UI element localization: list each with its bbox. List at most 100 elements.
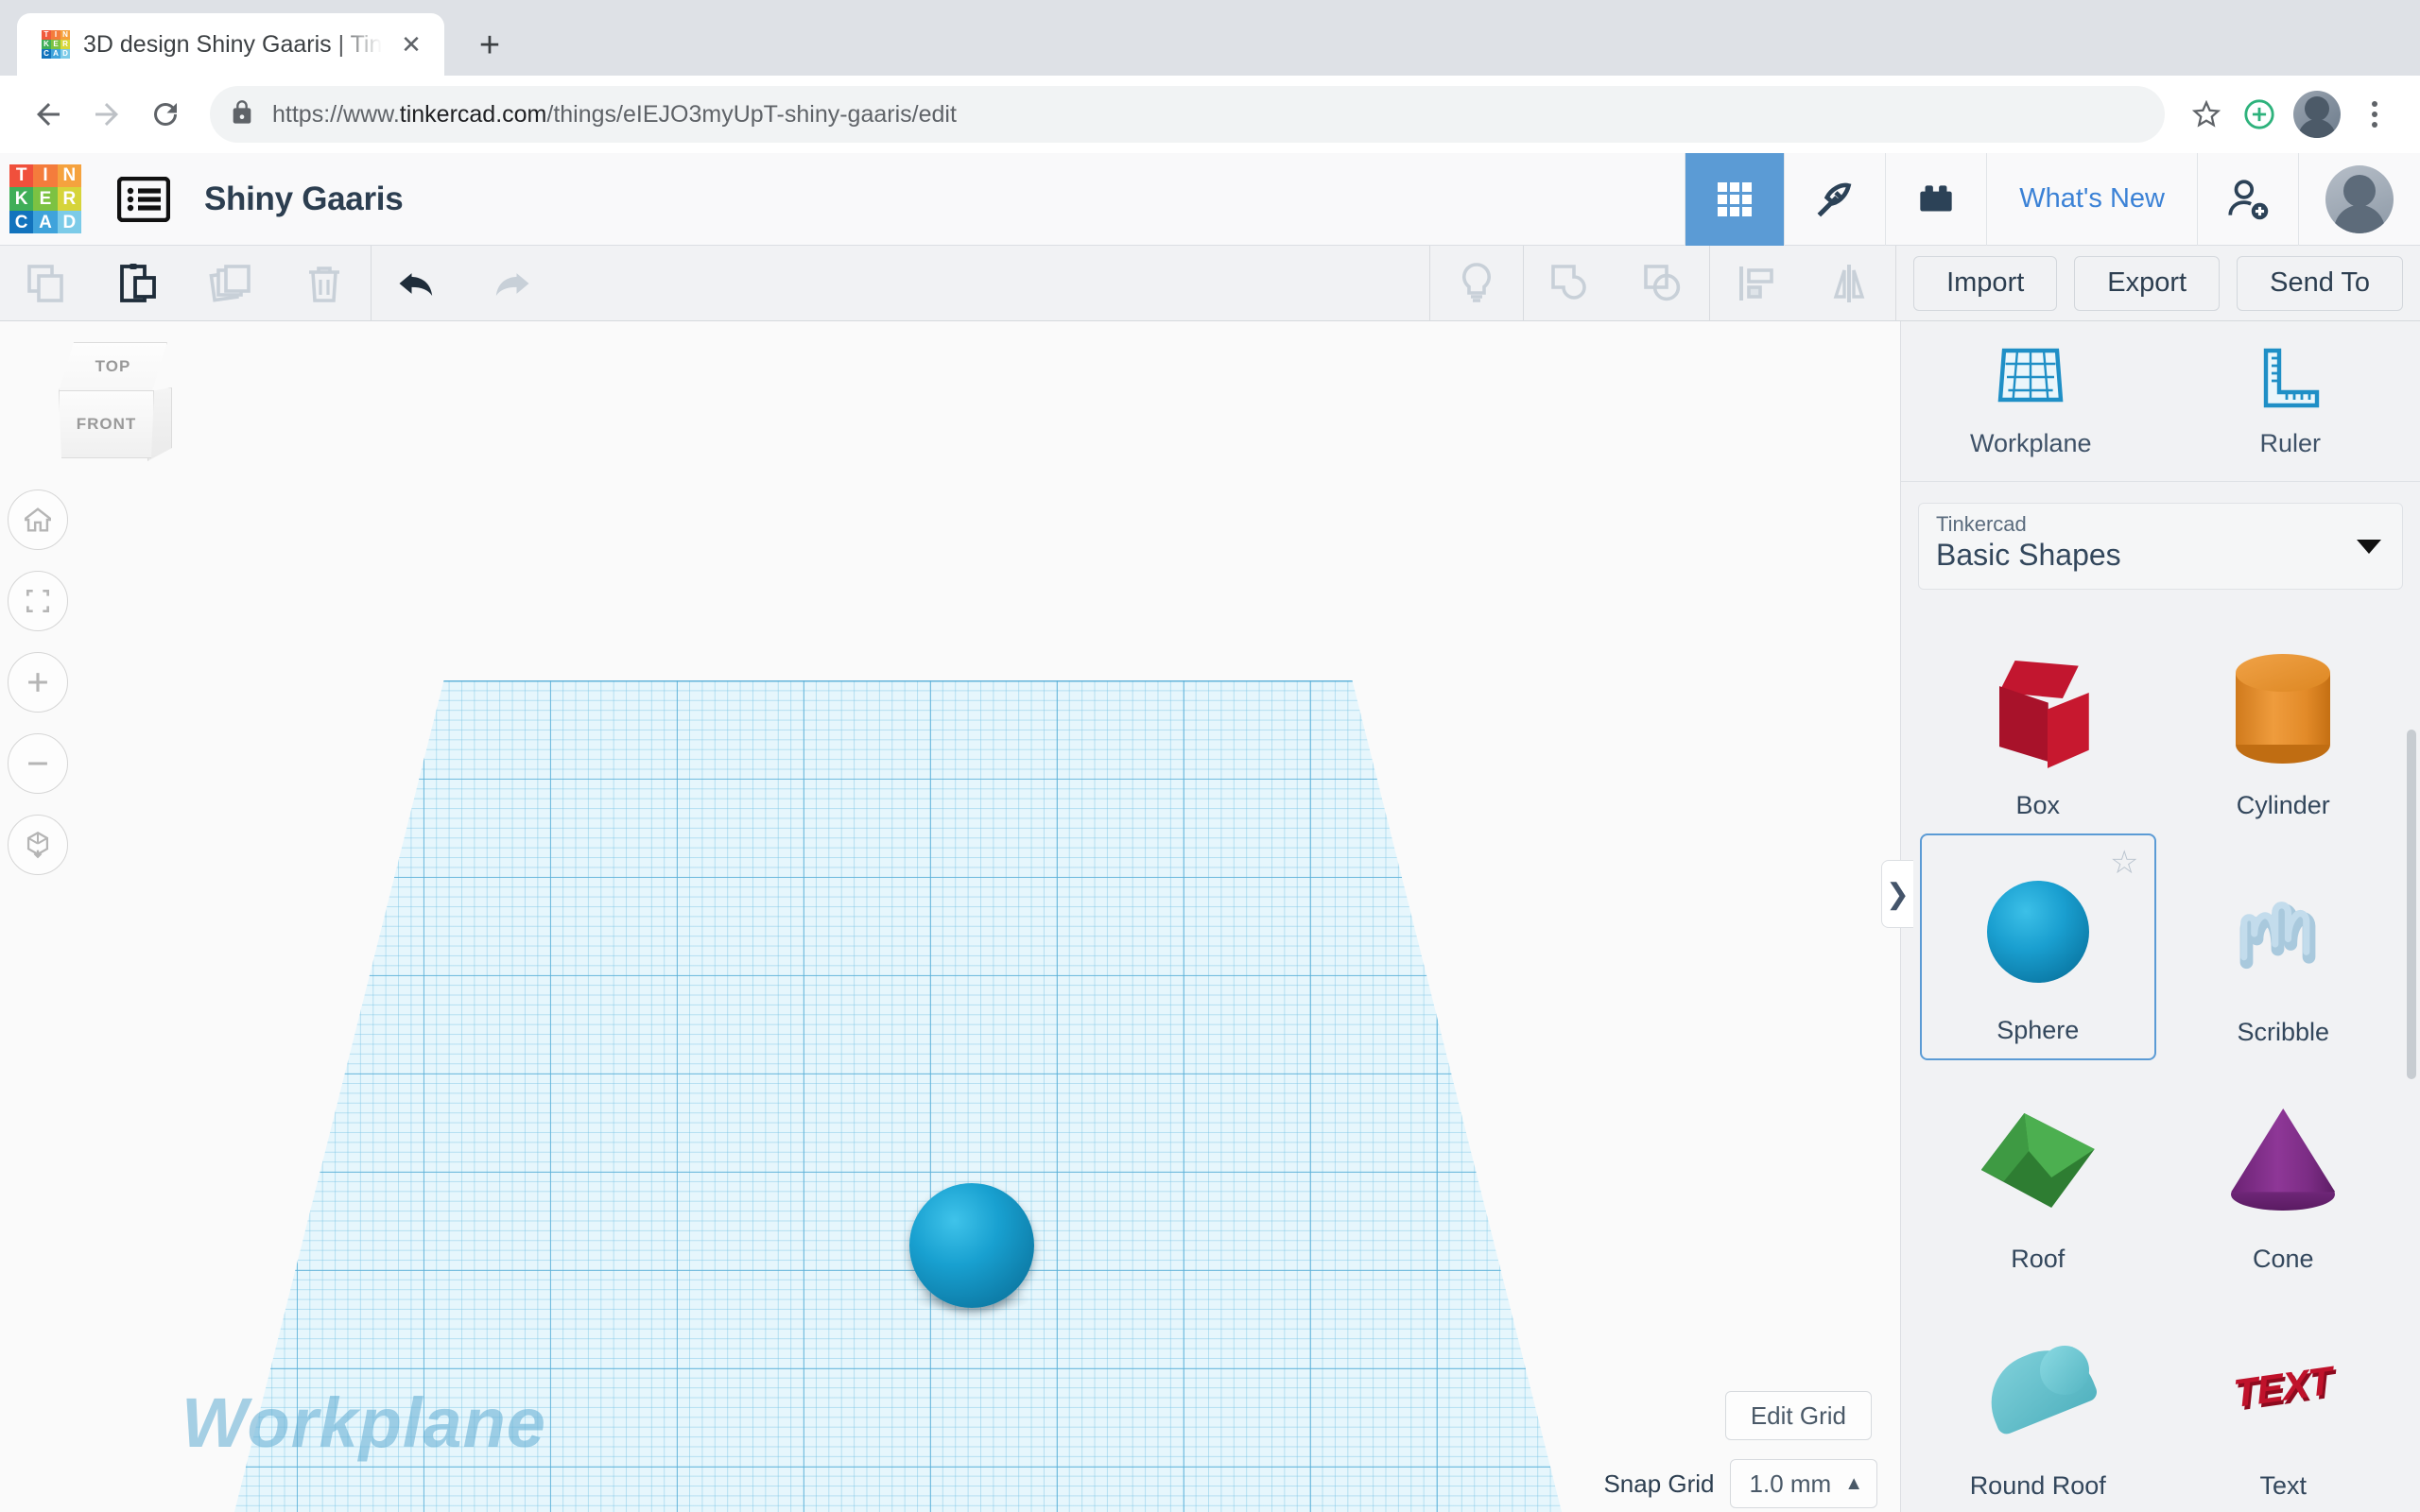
zoom-out-icon[interactable] xyxy=(8,733,68,794)
project-list-icon[interactable] xyxy=(116,176,171,222)
ortho-perspective-icon[interactable] xyxy=(8,815,68,875)
library-owner-label: Tinkercad xyxy=(1936,512,2027,536)
shape-label: Cylinder xyxy=(2236,791,2330,819)
chevron-up-icon: ▲ xyxy=(1844,1472,1863,1494)
logo-cell-a: A xyxy=(33,210,58,234)
logo-cell-r: R xyxy=(60,40,70,49)
view-cube-front-label: FRONT xyxy=(76,415,137,433)
ungroup-icon[interactable] xyxy=(1616,246,1709,321)
logo-cell-n: N xyxy=(57,163,81,188)
logo-cell-e: E xyxy=(51,40,60,49)
lego-brick-icon[interactable] xyxy=(1885,152,1986,246)
mirror-icon[interactable] xyxy=(1803,246,1895,321)
edit-grid-button[interactable]: Edit Grid xyxy=(1724,1391,1872,1440)
shape-item-round-roof[interactable]: Round Roof xyxy=(1920,1287,2156,1512)
view-cube-front-face[interactable]: FRONT xyxy=(59,390,154,458)
shape-item-cone[interactable]: Cone xyxy=(2166,1060,2402,1287)
close-tab-icon[interactable]: ✕ xyxy=(395,28,427,60)
view-cube[interactable]: TOP FRONT xyxy=(49,342,177,465)
shape-label: Round Roof xyxy=(1969,1471,2106,1500)
group-icon[interactable] xyxy=(1524,246,1616,321)
shape-item-scribble[interactable]: Scribble xyxy=(2166,833,2402,1060)
panel-collapse-handle[interactable]: ❯ xyxy=(1881,860,1913,928)
browser-menu-icon[interactable] xyxy=(2350,90,2399,139)
snap-grid-row: Snap Grid 1.0 mm ▲ xyxy=(1603,1459,1877,1508)
box-art xyxy=(1986,655,2090,768)
forward-icon[interactable] xyxy=(79,87,134,142)
logo-cell-d: D xyxy=(57,210,81,234)
shape-label: Cone xyxy=(2252,1245,2314,1273)
back-icon[interactable] xyxy=(21,87,76,142)
logo-cell-c: C xyxy=(9,210,34,234)
logo-cell-i: I xyxy=(33,163,58,188)
sphere-art xyxy=(1986,881,2089,983)
shape-item-text[interactable]: TEXT Text xyxy=(2166,1287,2402,1512)
shape-label: Box xyxy=(2015,791,2061,819)
add-person-icon[interactable] xyxy=(2197,152,2298,246)
extension-icon[interactable] xyxy=(2235,90,2284,139)
workplane-watermark: Workplane xyxy=(182,1383,546,1462)
import-button[interactable]: Import xyxy=(1913,255,2058,311)
logo-cell-k: K xyxy=(42,40,51,49)
send-to-button[interactable]: Send To xyxy=(2237,255,2403,311)
browser-profile-avatar[interactable] xyxy=(2293,91,2341,138)
workplane-tool[interactable]: Workplane xyxy=(1901,321,2161,481)
logo-cell-t: T xyxy=(9,163,34,188)
round-roof-art xyxy=(1976,1335,2100,1437)
ruler-tool[interactable]: Ruler xyxy=(2161,321,2420,481)
ruler-tool-label: Ruler xyxy=(2259,428,2322,457)
shape-library-select[interactable]: Tinkercad Basic Shapes xyxy=(1918,503,2403,590)
export-button[interactable]: Export xyxy=(2074,255,2221,311)
roof-art xyxy=(1980,1113,2095,1208)
browser-tab[interactable]: TINKERCAD 3D design Shiny Gaaris | Tinke… xyxy=(17,13,444,76)
undo-icon[interactable] xyxy=(372,246,464,321)
shape-thumbnail xyxy=(1920,1316,2156,1458)
edit-toolbar: Import Export Send To xyxy=(0,245,2420,321)
workspace: Workplane TOP FRONT Edit Grid Snap Grid … xyxy=(0,321,2420,1512)
logo-cell-c: C xyxy=(42,49,51,59)
3d-canvas[interactable]: Workplane TOP FRONT Edit Grid Snap Grid … xyxy=(0,321,1900,1512)
address-bar[interactable]: https://www.tinkercad.com/things/eIEJO3m… xyxy=(210,86,2165,143)
file-actions: Import Export Send To xyxy=(1896,255,2420,311)
reload-icon[interactable] xyxy=(138,87,193,142)
zoom-in-icon[interactable] xyxy=(8,652,68,713)
panel-tools: Workplane Ruler xyxy=(1901,321,2420,482)
pickaxe-icon[interactable] xyxy=(1784,152,1885,246)
sphere-object[interactable] xyxy=(909,1183,1034,1308)
new-tab-button[interactable]: + xyxy=(465,21,514,70)
tinkercad-logo-icon[interactable]: TINKERCAD xyxy=(9,163,81,234)
bookmark-star-icon[interactable] xyxy=(2182,90,2231,139)
shape-item-box[interactable]: Box xyxy=(1920,607,2156,833)
copy-icon[interactable] xyxy=(0,246,93,321)
logo-cell-e: E xyxy=(33,187,58,211)
whats-new-link[interactable]: What's New xyxy=(1986,152,2197,246)
view-controls xyxy=(8,490,68,896)
browser-toolbar: https://www.tinkercad.com/things/eIEJO3m… xyxy=(0,76,2420,153)
snap-grid-select[interactable]: 1.0 mm ▲ xyxy=(1729,1459,1877,1508)
shape-list[interactable]: Box Cylinder ☆ Sphere Scribble Roof Cone Round … xyxy=(1901,607,2420,1512)
workplane-grid[interactable] xyxy=(170,680,1626,1512)
view-cube-top-label: TOP xyxy=(95,357,131,375)
light-bulb-icon[interactable] xyxy=(1430,246,1523,321)
shape-item-cylinder[interactable]: Cylinder xyxy=(2166,607,2402,833)
avatar[interactable] xyxy=(2298,152,2420,246)
shape-item-sphere[interactable]: ☆ Sphere xyxy=(1920,833,2156,1060)
library-selected-label: Basic Shapes xyxy=(1936,538,2121,573)
trash-icon[interactable] xyxy=(278,246,371,321)
align-icon[interactable] xyxy=(1710,246,1803,321)
tab-strip: TINKERCAD 3D design Shiny Gaaris | Tinke… xyxy=(0,0,2420,76)
page-title[interactable]: Shiny Gaaris xyxy=(204,180,404,218)
redo-icon[interactable] xyxy=(464,246,557,321)
shape-grid: Box Cylinder ☆ Sphere Scribble Roof Cone Round … xyxy=(1901,607,2420,1512)
view-cube-top-face[interactable]: TOP xyxy=(59,342,167,391)
home-view-icon[interactable] xyxy=(8,490,68,550)
workplane-container xyxy=(0,321,1900,1512)
paste-icon[interactable] xyxy=(93,246,185,321)
logo-cell-a: A xyxy=(51,49,60,59)
blocks-grid-icon[interactable] xyxy=(1685,152,1785,246)
shape-item-roof[interactable]: Roof xyxy=(1920,1060,2156,1287)
url-path: /things/eIEJO3myUpT-shiny-gaaris/edit xyxy=(546,100,957,128)
panel-scrollbar[interactable] xyxy=(2407,730,2416,1079)
fit-to-view-icon[interactable] xyxy=(8,571,68,631)
duplicate-icon[interactable] xyxy=(185,246,278,321)
